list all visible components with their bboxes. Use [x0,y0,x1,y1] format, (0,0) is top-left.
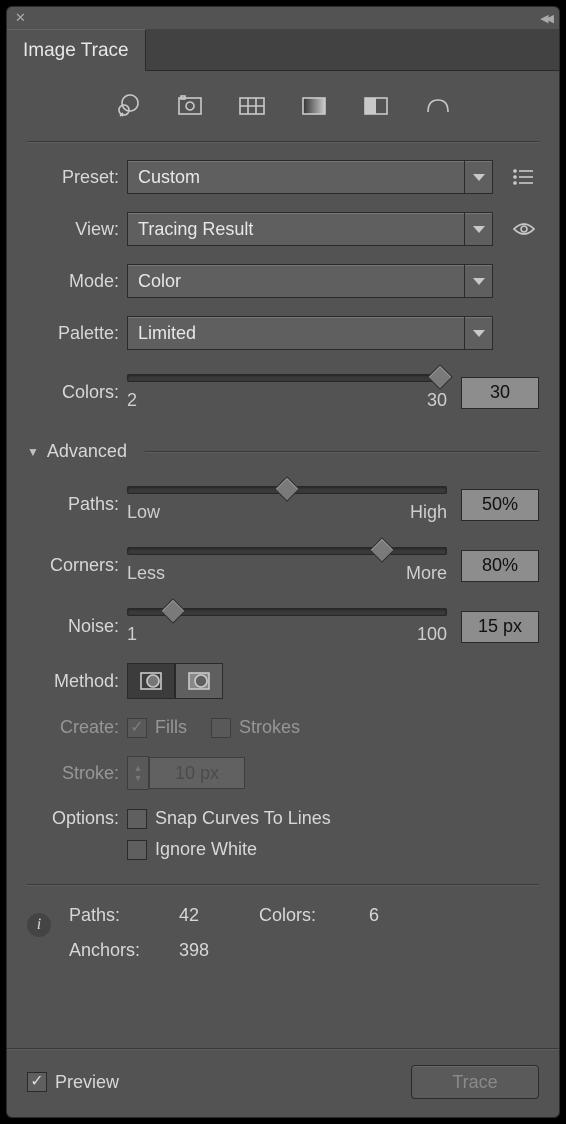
snap-curves-text: Snap Curves To Lines [155,808,331,829]
view-value: Tracing Result [138,219,253,240]
preview-label: Preview [55,1072,119,1093]
slider-thumb[interactable] [427,364,452,389]
divider [145,451,539,452]
noise-min: 1 [127,624,137,645]
slider-thumb[interactable] [160,598,185,623]
tab-image-trace[interactable]: Image Trace [7,29,146,71]
info-anchors-value: 398 [179,940,259,961]
image-trace-panel: ✕ ◀◀ Image Trace [6,6,560,1118]
colors-max: 30 [427,390,447,411]
panel-titlebar: ✕ ◀◀ [7,7,559,29]
eye-icon[interactable] [509,214,539,244]
chevron-down-icon [464,161,492,193]
corners-label: Corners: [27,555,127,576]
preset-icon-row [27,87,539,142]
corners-min: Less [127,563,165,584]
stroke-label: Stroke: [27,763,127,784]
collapse-icon[interactable]: ◀◀ [540,12,551,25]
corners-input[interactable]: 80% [461,550,539,582]
info-icon: i [27,913,51,937]
tab-strip: Image Trace [7,29,559,71]
method-label: Method: [27,671,127,692]
chevron-down-icon [464,213,492,245]
auto-color-icon[interactable] [111,91,145,121]
info-paths-label: Paths: [69,905,179,926]
paths-max: High [410,502,447,523]
view-dropdown[interactable]: Tracing Result [127,212,493,246]
colors-label: Colors: [27,382,127,403]
low-color-icon[interactable] [235,91,269,121]
palette-value: Limited [138,323,196,344]
fills-text: Fills [155,717,187,738]
mode-label: Mode: [27,271,127,292]
paths-input[interactable]: 50% [461,489,539,521]
high-color-icon[interactable] [173,91,207,121]
ignore-white-checkbox[interactable] [127,840,147,860]
close-icon[interactable]: ✕ [15,10,26,26]
preview-checkbox[interactable]: ✓ [27,1072,47,1092]
snap-curves-checkbox[interactable] [127,809,147,829]
info-paths-value: 42 [179,905,259,926]
chevron-down-icon [464,265,492,297]
advanced-title: Advanced [47,441,127,462]
fills-checkbox: ✓ [127,718,147,738]
preset-label: Preset: [27,167,127,188]
paths-min: Low [127,502,160,523]
palette-label: Palette: [27,323,127,344]
info-colors-value: 6 [369,905,409,926]
info-block: i Paths: 42 Colors: 6 Anchors: 398 [27,884,539,961]
method-abutting-button[interactable] [127,663,175,699]
black-white-icon[interactable] [359,91,393,121]
noise-max: 100 [417,624,447,645]
preset-menu-icon[interactable] [509,162,539,192]
advanced-section-toggle[interactable]: ▼ Advanced [27,441,539,462]
tab-label: Image Trace [23,40,129,62]
preset-value: Custom [138,167,200,188]
noise-label: Noise: [27,616,127,637]
view-label: View: [27,219,127,240]
method-overlapping-button[interactable] [175,663,223,699]
slider-thumb[interactable] [370,537,395,562]
paths-label: Paths: [27,494,127,515]
colors-input[interactable]: 30 [461,377,539,409]
corners-max: More [406,563,447,584]
ignore-white-text: Ignore White [155,839,257,860]
slider-thumb[interactable] [274,476,299,501]
corners-slider[interactable] [127,547,447,555]
noise-slider[interactable] [127,608,447,616]
options-label: Options: [27,808,127,829]
info-colors-label: Colors: [259,905,369,926]
create-label: Create: [27,717,127,738]
colors-min: 2 [127,390,137,411]
outline-icon[interactable] [421,91,455,121]
panel-footer: ✓ Preview Trace [7,1048,559,1117]
disclosure-triangle-icon: ▼ [27,445,39,459]
noise-input[interactable]: 15 px [461,611,539,643]
stroke-stepper: ▲▼ 10 px [127,756,245,790]
colors-slider[interactable] [127,374,447,382]
grayscale-icon[interactable] [297,91,331,121]
stroke-input: 10 px [149,757,245,789]
mode-value: Color [138,271,181,292]
trace-button[interactable]: Trace [411,1065,539,1099]
palette-dropdown[interactable]: Limited [127,316,493,350]
chevron-down-icon [464,317,492,349]
preset-dropdown[interactable]: Custom [127,160,493,194]
trace-button-label: Trace [452,1072,497,1093]
info-anchors-label: Anchors: [69,940,179,961]
strokes-checkbox [211,718,231,738]
paths-slider[interactable] [127,486,447,494]
strokes-text: Strokes [239,717,300,738]
mode-dropdown[interactable]: Color [127,264,493,298]
